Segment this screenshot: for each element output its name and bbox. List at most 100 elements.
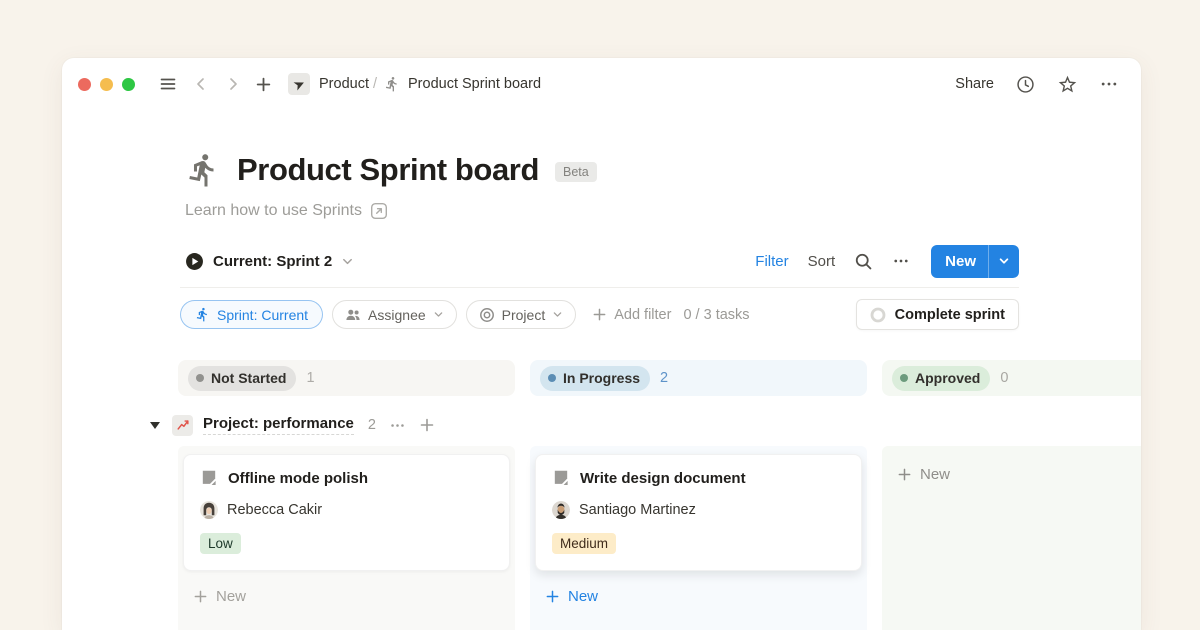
column-label: Approved [915, 370, 980, 386]
people-icon [345, 307, 361, 323]
complete-sprint-button[interactable]: Complete sprint [856, 299, 1019, 330]
new-button[interactable]: New [931, 245, 1019, 278]
column-count: 1 [306, 370, 314, 386]
task-card[interactable]: Write design document Santiago Martinez … [535, 454, 862, 571]
chevron-down-icon [552, 309, 563, 320]
status-dot [900, 374, 908, 382]
new-button-chevron-icon[interactable] [989, 255, 1019, 267]
page-icon [200, 469, 218, 487]
add-card-button[interactable]: New [882, 462, 1141, 489]
star-icon[interactable] [1057, 74, 1078, 95]
breadcrumb: Product / Product Sprint board [319, 76, 541, 92]
column-area-approved: New [882, 446, 1141, 630]
view-more-icon[interactable] [892, 252, 910, 270]
toolbar-divider [180, 287, 1019, 288]
group-count: 2 [368, 417, 376, 433]
plus-icon [545, 589, 560, 604]
sprint-filter-pill[interactable]: Sprint: Current [180, 300, 323, 329]
workspace-icon[interactable] [288, 73, 310, 95]
column-label: Not Started [211, 370, 286, 386]
triangle-down-icon[interactable] [150, 422, 160, 429]
plus-icon [592, 307, 607, 322]
menu-icon[interactable] [159, 75, 177, 93]
column-header-in-progress[interactable]: In Progress 2 [530, 360, 867, 396]
add-card-label[interactable]: New [216, 588, 246, 605]
column-header-not-started[interactable]: Not Started 1 [178, 360, 515, 396]
breadcrumb-root[interactable]: Product [319, 76, 369, 92]
complete-sprint-label: Complete sprint [895, 307, 1005, 323]
new-button-label[interactable]: New [931, 253, 988, 270]
view-label: Current: Sprint 2 [213, 253, 332, 270]
column-header-approved[interactable]: Approved 0 [882, 360, 1141, 396]
external-link-icon [370, 202, 388, 220]
page-title: Product Sprint board [237, 152, 539, 188]
column-area-not-started: Offline mode polish Rebecca Cakir Low Ne… [178, 446, 515, 630]
page-icon [552, 469, 570, 487]
target-icon [479, 307, 495, 323]
view-switcher[interactable]: Current: Sprint 2 [185, 252, 354, 271]
group-more-icon[interactable] [389, 417, 406, 434]
task-card[interactable]: Offline mode polish Rebecca Cakir Low [183, 454, 510, 571]
status-dot [548, 374, 556, 382]
chevron-down-icon [433, 309, 444, 320]
runner-icon [195, 307, 210, 322]
close-window-button[interactable] [78, 78, 91, 91]
add-card-label[interactable]: New [568, 588, 598, 605]
breadcrumb-page[interactable]: Product Sprint board [408, 76, 541, 92]
forward-icon[interactable] [225, 76, 241, 92]
page-runner-icon[interactable] [185, 152, 221, 188]
clock-icon[interactable] [1015, 74, 1036, 95]
project-filter-label: Project [502, 307, 546, 323]
help-link-label[interactable]: Learn how to use Sprints [185, 202, 362, 220]
assignee-name: Rebecca Cakir [227, 502, 322, 518]
runner-icon [384, 76, 400, 92]
avatar [552, 501, 570, 519]
sprint-filter-label: Sprint: Current [217, 307, 308, 323]
card-title[interactable]: Offline mode polish [228, 470, 368, 487]
priority-tag: Low [200, 533, 241, 554]
chevron-down-icon [341, 255, 354, 268]
titlebar-actions: Share [955, 74, 1119, 95]
column-count: 2 [660, 370, 668, 386]
minimize-window-button[interactable] [100, 78, 113, 91]
window-controls [78, 78, 135, 91]
breadcrumb-separator: / [373, 76, 377, 92]
sprint-board: Not Started 1 In Progress 2 Approved 0 P… [178, 360, 1141, 630]
column-area-in-progress: Write design document Santiago Martinez … [530, 446, 867, 630]
group-title[interactable]: Project: performance [203, 415, 354, 435]
add-filter-button[interactable]: Add filter [592, 307, 671, 323]
new-page-icon[interactable] [255, 76, 272, 93]
status-dot [196, 374, 204, 382]
chart-icon [172, 415, 193, 436]
help-link[interactable]: Learn how to use Sprints [185, 202, 1019, 220]
back-icon[interactable] [193, 76, 209, 92]
plus-icon [897, 467, 912, 482]
tasks-progress: 0 / 3 tasks [683, 307, 749, 323]
add-filter-label[interactable]: Add filter [614, 307, 671, 323]
beta-badge: Beta [555, 162, 597, 182]
add-card-label[interactable]: New [920, 466, 950, 483]
filter-button[interactable]: Filter [755, 253, 788, 270]
titlebar: Product / Product Sprint board Share [62, 58, 1141, 110]
group-add-icon[interactable] [419, 417, 435, 433]
card-title[interactable]: Write design document [580, 470, 746, 487]
priority-tag: Medium [552, 533, 616, 554]
column-count: 0 [1000, 370, 1008, 386]
zoom-window-button[interactable] [122, 78, 135, 91]
play-icon [185, 252, 204, 271]
page-head: Product Sprint board Beta Learn how to u… [62, 110, 1141, 220]
view-toolbar: Current: Sprint 2 Filter Sort New [62, 244, 1141, 278]
sort-button[interactable]: Sort [808, 253, 836, 270]
add-card-button[interactable]: New [178, 584, 515, 611]
add-card-button[interactable]: New [530, 584, 867, 611]
group-header: Project: performance 2 [150, 408, 1141, 442]
column-label: In Progress [563, 370, 640, 386]
share-button[interactable]: Share [955, 76, 994, 92]
assignee-filter-pill[interactable]: Assignee [332, 300, 457, 329]
plus-icon [193, 589, 208, 604]
more-icon[interactable] [1099, 74, 1119, 94]
project-filter-pill[interactable]: Project [466, 300, 577, 329]
avatar [200, 501, 218, 519]
search-icon[interactable] [854, 252, 873, 271]
assignee-name: Santiago Martinez [579, 502, 696, 518]
